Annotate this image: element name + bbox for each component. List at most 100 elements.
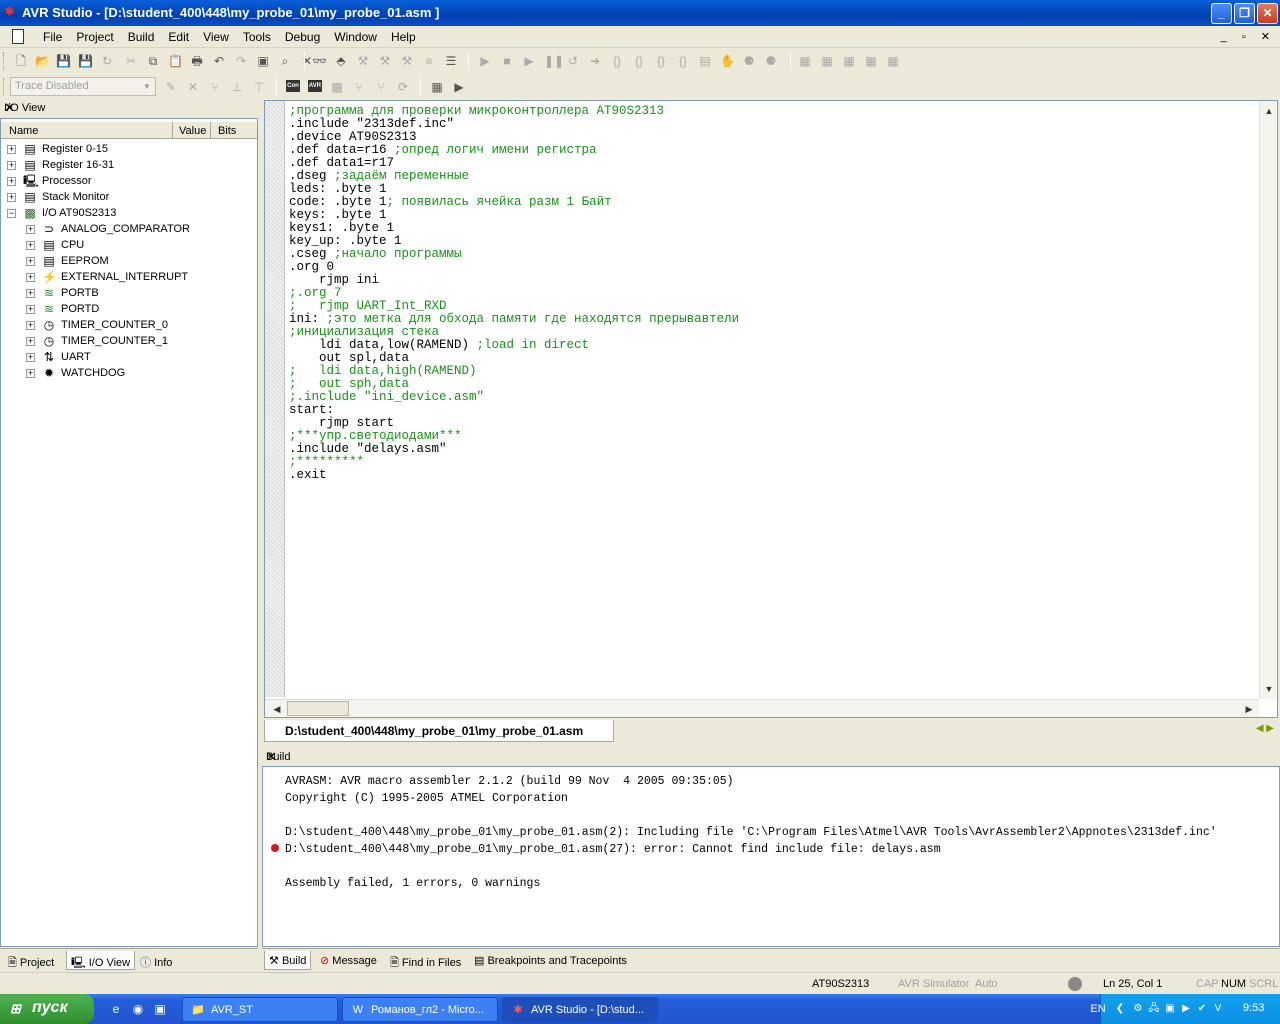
remove-breakpoints-icon[interactable]: ⚈ bbox=[764, 54, 778, 68]
tab-document[interactable]: D:\student_400\448\my_probe_01\my_probe_… bbox=[264, 720, 614, 742]
expand-icon[interactable]: + bbox=[26, 273, 35, 282]
tab-message[interactable]: ⊘ Message bbox=[316, 951, 381, 970]
start-button[interactable]: ⊞ пуск bbox=[0, 994, 94, 1024]
code-line[interactable]: keys: .byte 1 bbox=[289, 209, 1249, 222]
expand-icon[interactable]: + bbox=[26, 353, 35, 362]
trace-clear-icon[interactable]: ✕ bbox=[186, 80, 200, 94]
code-line[interactable]: .org 0 bbox=[289, 261, 1249, 274]
expand-icon[interactable]: + bbox=[7, 145, 16, 154]
play-icon[interactable]: ▶ bbox=[1179, 1002, 1193, 1016]
ie-icon[interactable]: e bbox=[108, 1001, 124, 1017]
step-over-icon[interactable]: {} bbox=[632, 54, 646, 68]
menu-help[interactable]: Help bbox=[384, 30, 423, 44]
code-line[interactable]: ; ldi data,high(RAMEND) bbox=[289, 365, 1249, 378]
tab-project[interactable]: 🗎 Project bbox=[4, 951, 58, 970]
chip-grey-icon[interactable]: ▩ bbox=[330, 80, 344, 94]
build-output-line[interactable]: D:\student_400\448\my_probe_01\my_probe_… bbox=[285, 824, 1217, 841]
tab-scroll-arrows-icon[interactable]: ◀ ▶ bbox=[1256, 723, 1274, 734]
build-output-line[interactable] bbox=[285, 858, 1217, 875]
register-view-icon[interactable]: ▦ bbox=[842, 54, 856, 68]
build-output-line[interactable] bbox=[285, 807, 1217, 824]
build-output[interactable]: AVRASM: AVR macro assembler 2.1.2 (build… bbox=[285, 773, 1217, 892]
volume-icon[interactable]: V bbox=[1211, 1002, 1225, 1016]
build-output-line[interactable]: Assembly failed, 1 errors, 0 warnings bbox=[285, 875, 1217, 892]
copy-icon[interactable]: ⧉ bbox=[146, 54, 160, 68]
toolbar-grip[interactable] bbox=[3, 78, 6, 96]
stop-debug-icon[interactable]: ■ bbox=[500, 54, 514, 68]
list-icon[interactable]: ≡ bbox=[422, 54, 436, 68]
paste-icon[interactable]: 📋 bbox=[168, 54, 183, 68]
language-indicator[interactable]: EN bbox=[1087, 1002, 1109, 1016]
run-icon[interactable]: ▶ bbox=[478, 54, 492, 68]
code-line[interactable]: ldi data,low(RAMEND) ;load in direct bbox=[289, 339, 1249, 352]
document-icon[interactable] bbox=[12, 29, 24, 44]
toolbar-grip[interactable] bbox=[3, 52, 6, 70]
chevron-down-icon[interactable]: ▼ bbox=[141, 80, 153, 93]
expand-icon[interactable]: + bbox=[7, 193, 16, 202]
menu-window[interactable]: Window bbox=[327, 30, 384, 44]
code-line[interactable]: ;********* bbox=[289, 456, 1249, 469]
start-debug-icon[interactable]: ▶ bbox=[522, 54, 536, 68]
show-next-icon[interactable]: ➔ bbox=[588, 54, 602, 68]
code-line[interactable]: rjmp ini bbox=[289, 274, 1249, 287]
memory-icon[interactable]: ▦ bbox=[820, 54, 834, 68]
code-line[interactable]: code: .byte 1; появилась ячейка разм 1 Б… bbox=[289, 196, 1249, 209]
menu-view[interactable]: View bbox=[196, 30, 236, 44]
horizontal-scroll-thumb[interactable] bbox=[287, 701, 349, 716]
trace-up-icon[interactable]: ⊤ bbox=[252, 80, 266, 94]
minimize-button[interactable]: _ bbox=[1211, 3, 1232, 24]
expand-icon[interactable]: + bbox=[7, 177, 16, 186]
code-line[interactable]: .cseg ;начало программы bbox=[289, 248, 1249, 261]
trace-filter-icon[interactable]: ⑂ bbox=[208, 80, 222, 94]
menu-edit[interactable]: Edit bbox=[161, 30, 196, 44]
close-icon[interactable]: ✕ bbox=[4, 100, 252, 116]
check-icon[interactable]: ✔ bbox=[1195, 1002, 1209, 1016]
windows-icon[interactable]: ▣ bbox=[256, 54, 270, 68]
menu-debug[interactable]: Debug bbox=[278, 30, 327, 44]
menu-build[interactable]: Build bbox=[121, 30, 162, 44]
code-line[interactable]: .def data=r16 ;опред логич имени регистр… bbox=[289, 144, 1249, 157]
mdi-controls[interactable]: _ ▫ ✕ bbox=[1221, 30, 1276, 43]
auto-icon[interactable]: ⟳ bbox=[396, 80, 410, 94]
close-icon[interactable]: ✕ bbox=[266, 749, 1276, 765]
run-to-cursor-icon[interactable]: {} bbox=[676, 54, 690, 68]
processor-view-icon[interactable]: ▦ bbox=[886, 54, 900, 68]
menu-project[interactable]: Project bbox=[69, 30, 120, 44]
build-output-line[interactable]: Copyright (C) 1995-2005 ATMEL Corporatio… bbox=[285, 790, 1217, 807]
watch-icon[interactable]: ▦ bbox=[798, 54, 812, 68]
tray-window-icon[interactable]: ▣ bbox=[1163, 1002, 1177, 1016]
break-icon[interactable]: ❚❚ bbox=[544, 54, 564, 68]
tree-item[interactable]: + ▤ Register 0-15 bbox=[1, 141, 257, 157]
code-line[interactable]: start: bbox=[289, 404, 1249, 417]
align-icon[interactable]: ☰ bbox=[444, 54, 458, 68]
code-line[interactable]: .include "delays.asm" bbox=[289, 443, 1249, 456]
code-line[interactable]: ;.include "ini_device.asm" bbox=[289, 391, 1249, 404]
expand-icon[interactable]: + bbox=[26, 321, 35, 330]
code-line[interactable]: keys1: .byte 1 bbox=[289, 222, 1249, 235]
code-line[interactable]: .include "2313def.inc" bbox=[289, 118, 1249, 131]
io-chip-icon[interactable]: ▦ bbox=[430, 80, 444, 94]
program-chip-icon[interactable]: ▶ bbox=[452, 80, 466, 94]
tray-expand-icon[interactable]: ❮ bbox=[1113, 1002, 1127, 1016]
tab-breakpoints[interactable]: ▤ Breakpoints and Tracepoints bbox=[470, 951, 631, 970]
new-file-icon[interactable]: 🗋 bbox=[14, 54, 28, 68]
upload-icon[interactable]: ⑂ bbox=[374, 80, 388, 94]
tree-item[interactable]: + ⇅ UART bbox=[1, 349, 257, 365]
code-text[interactable]: ;программа для проверки микроконтроллера… bbox=[289, 105, 1249, 482]
save-icon[interactable]: 💾 bbox=[56, 54, 71, 68]
expand-icon[interactable]: + bbox=[26, 337, 35, 346]
tree-item[interactable]: + 🖳 Processor bbox=[1, 173, 257, 189]
compile-icon[interactable]: ⚒ bbox=[356, 54, 370, 68]
horizontal-scrollbar[interactable]: ◀ ▶ bbox=[265, 699, 1259, 717]
task-word[interactable]: W Романов_гл2 - Micro... bbox=[342, 997, 498, 1022]
trace-select[interactable]: Trace Disabled ▼ bbox=[10, 77, 156, 96]
tab-io-view[interactable]: 🖳 I/O View bbox=[66, 951, 136, 970]
expand-icon[interactable]: + bbox=[26, 257, 35, 266]
build-output-line[interactable]: D:\student_400\448\my_probe_01\my_probe_… bbox=[285, 841, 1217, 858]
tree-item[interactable]: + ◷ TIMER_COUNTER_1 bbox=[1, 333, 257, 349]
tree-item[interactable]: + ⊃ ANALOG_COMPARATOR bbox=[1, 221, 257, 237]
tree-item[interactable]: + ≋ PORTD bbox=[1, 301, 257, 317]
scroll-left-icon[interactable]: ◀ bbox=[269, 701, 285, 717]
tree-item[interactable]: + ▤ CPU bbox=[1, 237, 257, 253]
code-editor[interactable]: ;программа для проверки микроконтроллера… bbox=[264, 100, 1278, 718]
